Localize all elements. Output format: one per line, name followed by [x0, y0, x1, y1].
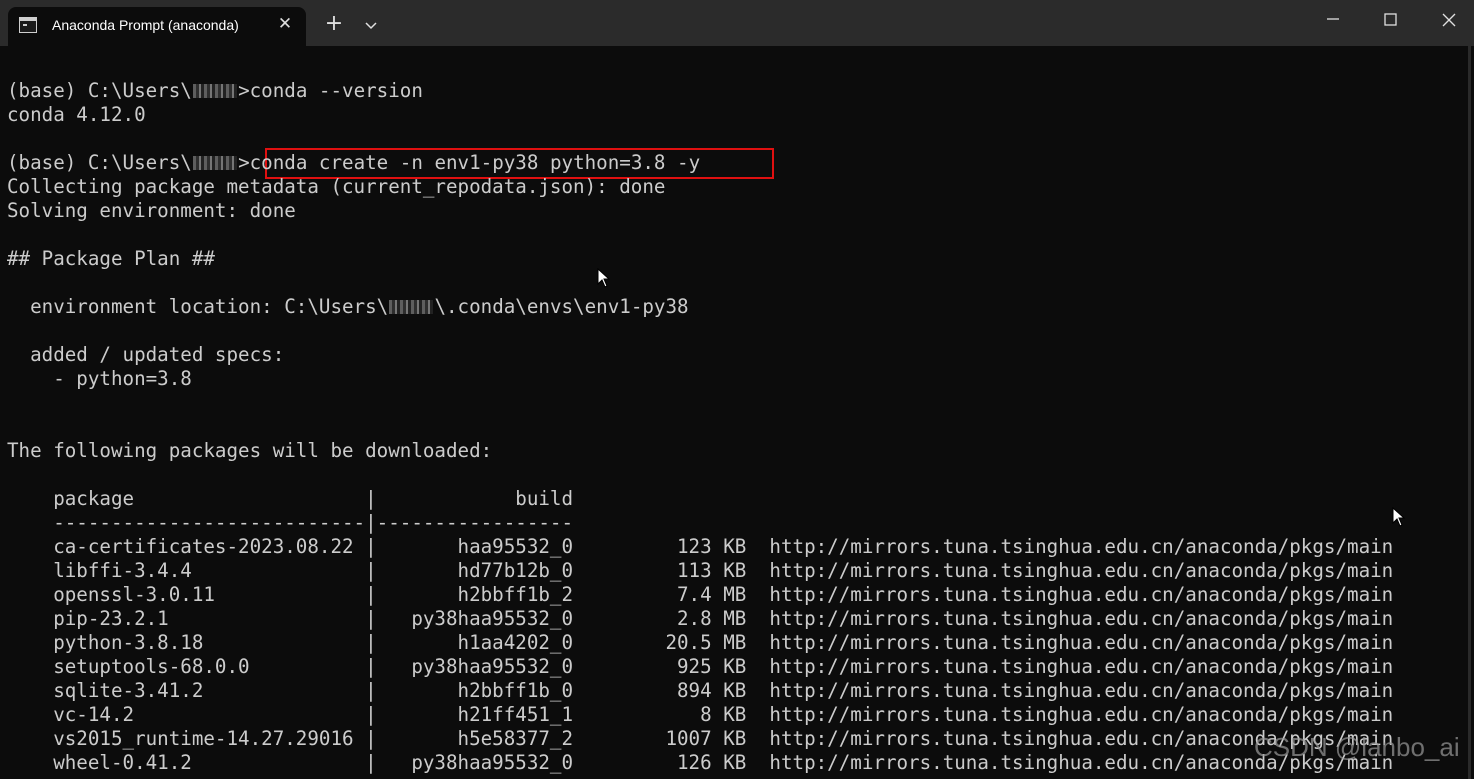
prompt-prefix: environment location: C:\Users\	[7, 295, 389, 318]
terminal-line: Collecting package metadata (current_rep…	[7, 175, 665, 199]
terminal-text: setuptools-68.0.0 | py38haa95532_0 925 K…	[7, 655, 1394, 678]
close-window-button[interactable]	[1426, 0, 1472, 40]
terminal-line: ca-certificates-2023.08.22 | haa95532_0 …	[7, 535, 1393, 559]
terminal-line: vc-14.2 | h21ff451_1 8 KB http://mirrors…	[7, 703, 1393, 727]
terminal-line: wheel-0.41.2 | py38haa95532_0 126 KB htt…	[7, 751, 1393, 775]
watermark: CSDN @lanbo_ai	[1254, 732, 1460, 762]
terminal-line: sqlite-3.41.2 | h2bbff1b_0 894 KB http:/…	[7, 679, 1393, 703]
terminal-line: pip-23.2.1 | py38haa95532_0 2.8 MB http:…	[7, 607, 1393, 631]
command-text: >conda create -n env1-py38 python=3.8 -y	[238, 151, 701, 174]
terminal-text: The following packages will be downloade…	[7, 439, 493, 462]
mouse-cursor-icon	[597, 268, 611, 288]
terminal-text: Solving environment: done	[7, 199, 296, 222]
command-text: \.conda\envs\env1-py38	[434, 295, 689, 318]
minimize-icon	[1327, 18, 1339, 20]
command-text: >conda --version	[238, 79, 423, 102]
terminal-text: ---------------------------|------------…	[7, 511, 574, 534]
terminal-text: conda 4.12.0	[7, 103, 146, 126]
redacted-username: xxxx	[192, 79, 238, 103]
terminal-line: libffi-3.4.4 | hd77b12b_0 113 KB http://…	[7, 559, 1393, 583]
terminal-text: vs2015_runtime-14.27.29016 | h5e58377_2 …	[7, 727, 1394, 750]
prompt-prefix: (base) C:\Users\	[7, 151, 192, 174]
terminal-line: openssl-3.0.11 | h2bbff1b_2 7.4 MB http:…	[7, 583, 1393, 607]
terminal-text: wheel-0.41.2 | py38haa95532_0 126 KB htt…	[7, 751, 1394, 774]
mouse-cursor-icon	[1392, 507, 1406, 527]
terminal-line: environment location: C:\Users\xxxx\.con…	[7, 295, 689, 319]
scrollbar[interactable]	[1468, 46, 1471, 779]
terminal-line: conda 4.12.0	[7, 103, 146, 127]
terminal-text: package | build	[7, 487, 574, 510]
terminal-text: sqlite-3.41.2 | h2bbff1b_0 894 KB http:/…	[7, 679, 1394, 702]
terminal-line: (base) C:\Users\xxxx>conda --version	[7, 79, 423, 103]
terminal-line: - python=3.8	[7, 367, 192, 391]
terminal-line: ## Package Plan ##	[7, 247, 215, 271]
maximize-button[interactable]	[1368, 0, 1414, 40]
terminal-line: vs2015_runtime-14.27.29016 | h5e58377_2 …	[7, 727, 1393, 751]
terminal-text: python-3.8.18 | h1aa4202_0 20.5 MB http:…	[7, 631, 1394, 654]
terminal-line: Solving environment: done	[7, 199, 296, 223]
terminal-line: python-3.8.18 | h1aa4202_0 20.5 MB http:…	[7, 631, 1393, 655]
tab-anaconda-prompt[interactable]: Anaconda Prompt (anaconda) ✕	[8, 7, 306, 46]
title-bar: Anaconda Prompt (anaconda) ✕ +	[0, 0, 1474, 46]
terminal-line: ---------------------------|------------…	[7, 511, 573, 535]
terminal-text: pip-23.2.1 | py38haa95532_0 2.8 MB http:…	[7, 607, 1394, 630]
close-tab-icon[interactable]: ✕	[274, 13, 296, 35]
terminal-text: ## Package Plan ##	[7, 247, 215, 270]
terminal-line: package | build	[7, 487, 573, 511]
terminal-text: added / updated specs:	[7, 343, 285, 366]
redacted-username: xxxx	[388, 295, 434, 319]
terminal-output[interactable]: (base) C:\Users\xxxx>conda --versioncond…	[0, 46, 1474, 779]
close-icon	[1442, 13, 1456, 27]
terminal-icon	[19, 17, 37, 33]
maximize-icon	[1384, 13, 1397, 26]
terminal-text: openssl-3.0.11 | h2bbff1b_2 7.4 MB http:…	[7, 583, 1394, 606]
terminal-line: The following packages will be downloade…	[7, 439, 492, 463]
prompt-prefix: (base) C:\Users\	[7, 79, 192, 102]
terminal-text: ca-certificates-2023.08.22 | haa95532_0 …	[7, 535, 1394, 558]
tab-title: Anaconda Prompt (anaconda)	[52, 17, 239, 33]
terminal-line: added / updated specs:	[7, 343, 284, 367]
terminal-line: (base) C:\Users\xxxx>conda create -n env…	[7, 151, 700, 175]
terminal-text: libffi-3.4.4 | hd77b12b_0 113 KB http://…	[7, 559, 1394, 582]
new-tab-button[interactable]: +	[322, 12, 346, 36]
terminal-text: Collecting package metadata (current_rep…	[7, 175, 666, 198]
terminal-text: vc-14.2 | h21ff451_1 8 KB http://mirrors…	[7, 703, 1394, 726]
redacted-username: xxxx	[192, 151, 238, 175]
terminal-text: - python=3.8	[7, 367, 192, 390]
chevron-down-icon[interactable]	[359, 14, 383, 38]
minimize-button[interactable]	[1310, 0, 1356, 40]
terminal-line: setuptools-68.0.0 | py38haa95532_0 925 K…	[7, 655, 1393, 679]
